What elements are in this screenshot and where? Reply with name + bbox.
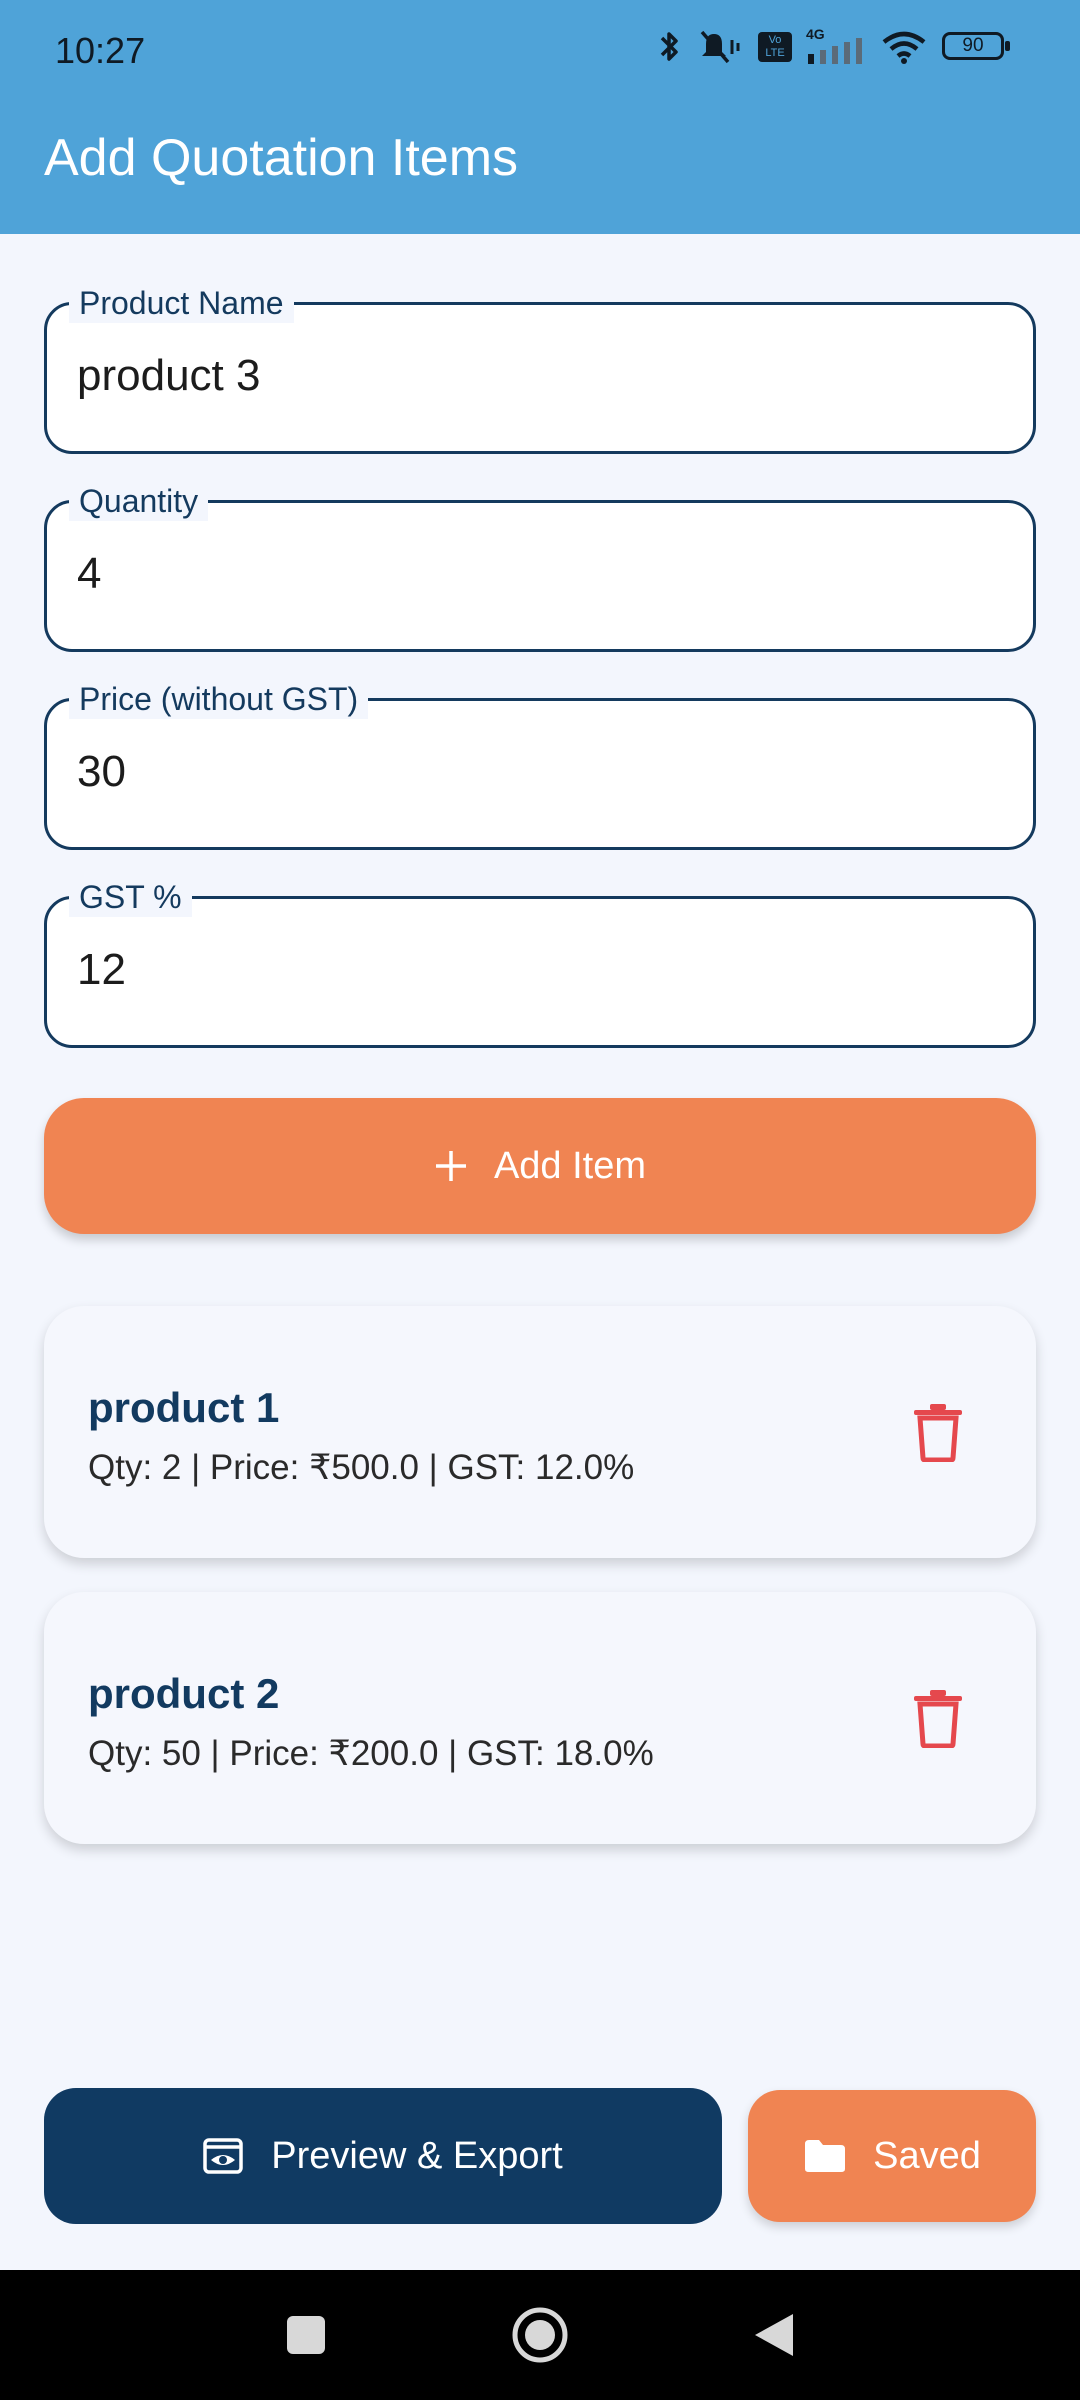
back-icon [755, 2314, 793, 2356]
product-name-value: product 3 [77, 351, 261, 400]
product-name-label: Product Name [69, 283, 294, 323]
app-bar: Add Quotation Items [0, 104, 1080, 234]
status-bar: 10:27 Vo LTE 4G 90 [0, 0, 1080, 104]
add-item-label: Add Item [493, 1144, 647, 1187]
item-details: Qty: 50 | Price: ₹200.0 | GST: 18.0% [88, 1734, 654, 1773]
item-name: product 2 [88, 1670, 280, 1717]
gst-field[interactable]: GST % 12 [44, 877, 1036, 1048]
quantity-field[interactable]: Quantity 4 [44, 481, 1036, 652]
volte-icon: Vo LTE [758, 32, 792, 62]
saved-label: Saved [873, 2134, 981, 2177]
item-details: Qty: 2 | Price: ₹500.0 | GST: 12.0% [88, 1448, 635, 1487]
list-item: product 2 Qty: 50 | Price: ₹200.0 | GST:… [44, 1592, 1036, 1844]
back-button[interactable] [734, 2270, 814, 2400]
system-nav-bar [0, 2270, 1080, 2400]
signal-icon: 4G [806, 26, 866, 66]
status-time: 10:27 [55, 30, 146, 71]
preview-export-label: Preview & Export [271, 2134, 563, 2177]
plus-icon [435, 1151, 466, 1181]
product-name-field[interactable]: Product Name product 3 [44, 283, 1036, 454]
quantity-value: 4 [77, 549, 102, 598]
recents-icon [287, 2316, 325, 2354]
gst-value: 12 [77, 945, 126, 994]
price-label: Price (without GST) [69, 679, 369, 719]
home-icon [512, 2307, 568, 2363]
mute-vibrate-icon [700, 30, 740, 64]
preview-export-button[interactable]: Preview & Export [44, 2088, 722, 2224]
gst-label: GST % [69, 877, 192, 917]
quantity-label: Quantity [69, 481, 209, 521]
bluetooth-icon [660, 32, 678, 61]
list-item: product 1 Qty: 2 | Price: ₹500.0 | GST: … [44, 1306, 1036, 1558]
volte-label: Vo LTE [765, 34, 785, 59]
wifi-icon [882, 31, 926, 64]
home-button[interactable] [500, 2270, 580, 2400]
battery-level: 90 [962, 35, 984, 56]
preview-icon [203, 2138, 244, 2174]
saved-button[interactable]: Saved [748, 2090, 1036, 2222]
price-value: 30 [77, 747, 126, 796]
page-title: Add Quotation Items [44, 129, 519, 187]
delete-icon[interactable] [910, 1688, 966, 1748]
price-field[interactable]: Price (without GST) 30 [44, 679, 1036, 850]
item-name: product 1 [88, 1384, 280, 1431]
status-icons: Vo LTE 4G 90 [656, 26, 1012, 66]
add-item-button[interactable]: Add Item [44, 1098, 1036, 1234]
delete-icon[interactable] [910, 1402, 966, 1462]
recents-button[interactable] [266, 2270, 346, 2400]
folder-icon [805, 2140, 846, 2172]
battery-icon: 90 [942, 32, 1012, 62]
